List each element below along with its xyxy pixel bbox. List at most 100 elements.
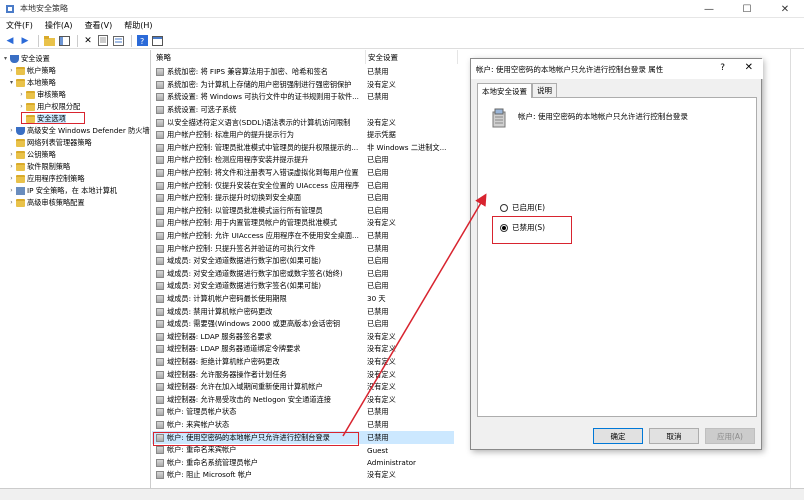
policy-row[interactable]: 用户帐户控制: 允许 UIAccess 应用程序在不使用安全桌面... 已禁用 bbox=[152, 230, 470, 243]
policy-name: 帐户: 管理员帐户状态 bbox=[167, 407, 237, 417]
tree-item-label: 网络列表管理器策略 bbox=[27, 137, 92, 147]
policy-row[interactable]: 域成员: 对安全通道数据进行数字加密(如果可能) 已启用 bbox=[152, 255, 470, 268]
policy-row[interactable]: 用户帐户控制: 只提升签名并验证的可执行文件 已禁用 bbox=[152, 242, 470, 255]
policy-row[interactable]: 用户帐户控制: 提示提升时切换到安全桌面 已启用 bbox=[152, 192, 470, 205]
policy-row[interactable]: 域成员: 计算机帐户密码最长使用期限 30 天 bbox=[152, 293, 470, 306]
policy-row[interactable]: 系统加密: 为计算机上存储的用户密钥强制进行强密钥保护 没有定义 bbox=[152, 79, 470, 92]
policy-icon bbox=[156, 269, 164, 278]
column-header-setting[interactable]: 安全设置 bbox=[366, 50, 458, 64]
tree-item-ip-security[interactable]: › IP 安全策略，在 本地计算机 bbox=[8, 185, 117, 196]
menu-help[interactable]: 帮助(H) bbox=[124, 20, 152, 31]
tree-expander[interactable]: ▾ bbox=[8, 79, 15, 86]
annotation-highlight-box bbox=[153, 432, 359, 446]
help-icon[interactable]: ? bbox=[136, 35, 148, 47]
tree-item-account-policies[interactable]: › 帐户策略 bbox=[8, 65, 56, 76]
policy-row[interactable]: 域成员: 需要强(Windows 2000 或更高版本)会话密钥 已启用 bbox=[152, 318, 470, 331]
policy-row[interactable]: 系统设置: 将 Windows 可执行文件中的证书规则用于软件... 已禁用 bbox=[152, 91, 470, 104]
policy-row[interactable]: 系统加密: 将 FIPS 兼容算法用于加密、哈希和签名 已禁用 bbox=[152, 66, 470, 79]
policy-row[interactable]: 用户帐户控制: 标准用户的提升提示行为 提示凭据 bbox=[152, 129, 470, 142]
tree-expander[interactable]: › bbox=[8, 67, 15, 74]
column-header-policy[interactable]: 策略 bbox=[152, 50, 366, 64]
tree-item-defender-firewall[interactable]: › 高级安全 Windows Defender 防火墙 bbox=[8, 125, 150, 136]
policy-row[interactable]: 用户帐户控制: 用于内置管理员帐户的管理员批准模式 没有定义 bbox=[152, 217, 470, 230]
policy-name: 用户帐户控制: 允许 UIAccess 应用程序在不使用安全桌面... bbox=[167, 231, 359, 241]
tab-local-security-setting[interactable]: 本地安全设置 bbox=[477, 83, 532, 98]
policy-row[interactable]: 帐户: 管理员帐户状态 已禁用 bbox=[152, 406, 470, 419]
policy-name: 系统加密: 将 FIPS 兼容算法用于加密、哈希和签名 bbox=[167, 67, 328, 77]
tree-item-software-restriction[interactable]: › 软件限制策略 bbox=[8, 161, 70, 172]
policy-row[interactable]: 用户帐户控制: 管理员批准模式中管理员的提升权限提示的... 非 Windows … bbox=[152, 142, 470, 155]
back-arrow-icon[interactable]: ◀ bbox=[4, 35, 16, 47]
up-folder-icon[interactable] bbox=[43, 35, 55, 47]
tree-expander[interactable]: › bbox=[8, 163, 15, 170]
policy-row[interactable]: 域控制器: LDAP 服务器签名要求 没有定义 bbox=[152, 331, 470, 344]
radio-button[interactable] bbox=[500, 203, 508, 212]
policy-row[interactable]: 域成员: 对安全通道数据进行数字加密或数字签名(始终) 已启用 bbox=[152, 268, 470, 281]
policy-row[interactable]: 用户帐户控制: 检测应用程序安装并提示提升 已启用 bbox=[152, 154, 470, 167]
tree-expander[interactable]: › bbox=[8, 187, 15, 194]
policy-list: 策略 安全设置 系统加密: 将 FIPS 兼容算法用于加密、哈希和签名 已禁用 系统… bbox=[152, 50, 470, 488]
policy-row[interactable]: 域控制器: 允许服务器操作者计划任务 没有定义 bbox=[152, 368, 470, 381]
policy-row[interactable]: 帐户: 重命名系统管理员帐户 Administrator bbox=[152, 457, 470, 470]
tree-expander[interactable]: › bbox=[18, 103, 25, 110]
policy-row[interactable]: 域控制器: 拒绝计算机帐户密码更改 没有定义 bbox=[152, 356, 470, 369]
policy-setting: 已禁用 bbox=[367, 231, 389, 241]
folder-icon bbox=[16, 66, 25, 75]
show-hide-tree-icon[interactable] bbox=[58, 35, 70, 47]
console-icon[interactable] bbox=[151, 35, 163, 47]
forward-arrow-icon[interactable]: ▶ bbox=[19, 35, 31, 47]
delete-icon[interactable]: ✕ bbox=[82, 35, 94, 47]
policy-setting: 提示凭据 bbox=[367, 130, 396, 140]
tab-explain[interactable]: 说明 bbox=[532, 83, 557, 97]
policy-row[interactable]: 域控制器: LDAP 服务器通道绑定令牌要求 没有定义 bbox=[152, 343, 470, 356]
vertical-scrollbar[interactable] bbox=[454, 64, 470, 488]
policy-row[interactable]: 以安全描述符定义语言(SDDL)语法表示的计算机访问限制 没有定义 bbox=[152, 116, 470, 129]
ok-button[interactable]: 确定 bbox=[593, 428, 643, 444]
policy-row[interactable]: 系统设置: 可选子系统 bbox=[152, 104, 470, 117]
tree-expander[interactable]: › bbox=[18, 91, 25, 98]
policy-name: 域成员: 对安全通道数据进行数字加密或数字签名(始终) bbox=[167, 268, 343, 278]
policy-row[interactable]: 用户帐户控制: 以管理员批准模式运行所有管理员 已启用 bbox=[152, 205, 470, 218]
tree-item-audit-policy[interactable]: › 审核策略 bbox=[18, 89, 66, 100]
dialog-close-button[interactable]: ✕ bbox=[745, 62, 753, 73]
minimize-button[interactable]: — bbox=[690, 0, 728, 18]
policy-row[interactable]: 域控制器: 允许易受攻击的 Netlogon 安全通道连接 没有定义 bbox=[152, 394, 470, 407]
menu-action[interactable]: 操作(A) bbox=[45, 20, 73, 31]
close-button[interactable]: ✕ bbox=[766, 0, 804, 18]
export-list-icon[interactable] bbox=[112, 35, 124, 47]
menu-view[interactable]: 查看(V) bbox=[85, 20, 113, 31]
tree-item-label: 应用程序控制策略 bbox=[27, 173, 85, 183]
policy-setting: 已启用 bbox=[367, 319, 389, 329]
policy-row[interactable]: 用户帐户控制: 将文件和注册表写入错误虚拟化到每用户位置 已启用 bbox=[152, 167, 470, 180]
menu-file[interactable]: 文件(F) bbox=[6, 20, 33, 31]
tree-item-public-key[interactable]: › 公钥策略 bbox=[8, 149, 56, 160]
tree-item-network-list[interactable]: 网络列表管理器策略 bbox=[8, 137, 92, 148]
policy-row[interactable]: 帐户: 阻止 Microsoft 帐户 没有定义 bbox=[152, 469, 470, 482]
policy-row[interactable]: 用户帐户控制: 仅提升安装在安全位置的 UIAccess 应用程序 已启用 bbox=[152, 179, 470, 192]
radio-enabled[interactable]: 已启用(E) bbox=[500, 202, 545, 213]
tree-expander[interactable]: ▾ bbox=[2, 55, 9, 62]
tree-item-security-settings[interactable]: ▾ 安全设置 bbox=[2, 53, 50, 64]
policy-name: 用户帐户控制: 将文件和注册表写入错误虚拟化到每用户位置 bbox=[167, 168, 359, 178]
policy-row[interactable]: 帐户: 来宾帐户状态 已禁用 bbox=[152, 419, 470, 432]
policy-name: 用户帐户控制: 检测应用程序安装并提示提升 bbox=[167, 155, 309, 165]
policy-setting: 已启用 bbox=[367, 180, 389, 190]
tree-expander[interactable]: › bbox=[8, 127, 15, 134]
tree-item-advanced-audit[interactable]: › 高级审核策略配置 bbox=[8, 197, 85, 208]
tree-expander[interactable]: › bbox=[8, 151, 15, 158]
tree-item-app-control[interactable]: › 应用程序控制策略 bbox=[8, 173, 85, 184]
tree-item-local-policies[interactable]: ▾ 本地策略 bbox=[8, 77, 56, 88]
cancel-button[interactable]: 取消 bbox=[649, 428, 699, 444]
tree-expander[interactable]: › bbox=[8, 199, 15, 206]
tree-expander[interactable]: › bbox=[8, 175, 15, 182]
policy-setting: 已禁用 bbox=[367, 432, 389, 442]
policy-row[interactable]: 域成员: 对安全通道数据进行数字签名(如果可能) 已启用 bbox=[152, 280, 470, 293]
policy-row[interactable]: 域成员: 禁用计算机帐户密码更改 已禁用 bbox=[152, 305, 470, 318]
policy-row[interactable]: 域控制器: 允许在加入域期间重新使用计算机帐户 没有定义 bbox=[152, 381, 470, 394]
properties-icon[interactable] bbox=[97, 35, 109, 47]
maximize-button[interactable]: ☐ bbox=[728, 0, 766, 18]
column-header-label: 策略 bbox=[156, 52, 171, 62]
properties-dialog: 帐户: 使用空密码的本地帐户只允许进行控制台登录 属性 ? ✕ 本地安全设置 说… bbox=[470, 58, 763, 450]
help-button[interactable]: ? bbox=[720, 63, 725, 73]
tree-item-user-rights[interactable]: › 用户权限分配 bbox=[18, 101, 80, 112]
